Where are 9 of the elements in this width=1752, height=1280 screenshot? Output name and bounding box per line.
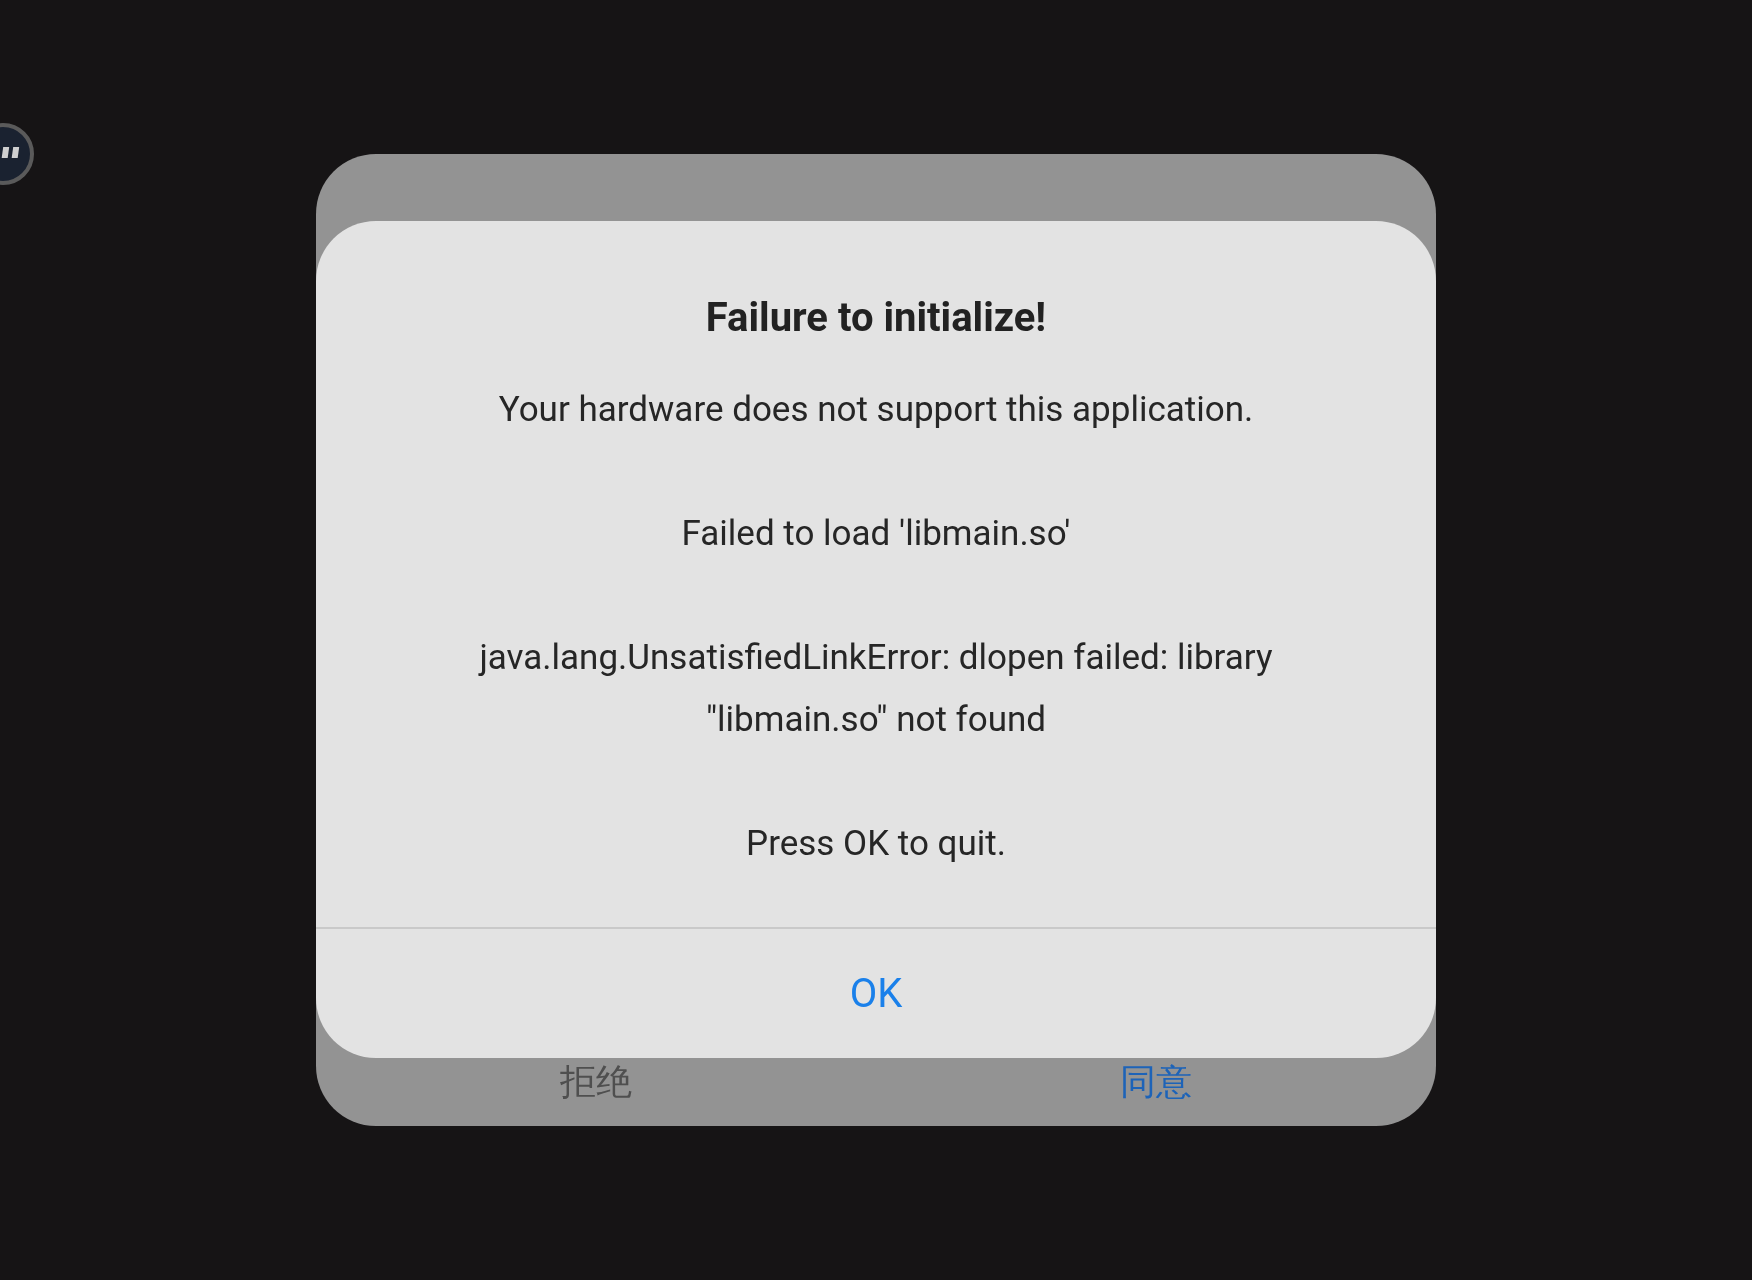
dialog-title: Failure to initialize! [705, 293, 1047, 343]
floating-assistant-icon[interactable] [0, 120, 34, 188]
dialog-message: Your hardware does not support this application. [498, 388, 1254, 432]
dialog-message: Press OK to quit. [746, 822, 1006, 866]
dialog-message: Failed to load 'libmain.so' [681, 512, 1071, 556]
dialog-button[interactable]: 同意 [876, 1062, 1436, 1102]
dialog-button[interactable]: 拒绝 [316, 1062, 876, 1102]
ok-button[interactable]: OK [316, 929, 1436, 1058]
dialog-message: java.lang.UnsatisfiedLinkError: dlopen failed: library "libmain.so" not found [477, 636, 1274, 742]
